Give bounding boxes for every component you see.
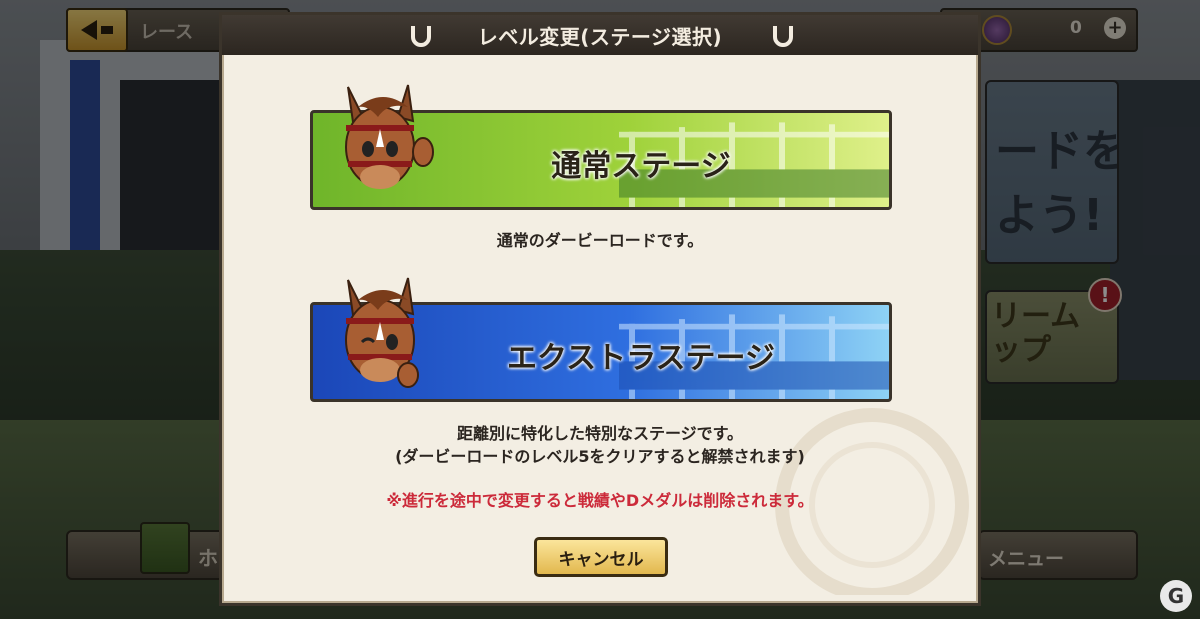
- level-change-dialog: レベル変更(ステージ選択) 通常ステージ 通常のダービーロードです。 エクストラ…: [219, 12, 981, 606]
- horse-mascot-icon: [345, 277, 419, 388]
- horseshoe-icon: [411, 26, 431, 47]
- extra-stage-description-line1: 距離別に特化した特別なステージです。: [456, 424, 744, 443]
- dialog-header: レベル変更(ステージ選択): [222, 15, 978, 55]
- dialog-title: レベル変更(ステージ選択): [477, 24, 723, 49]
- extra-stage-description-line2: (ダービーロードのレベル5をクリアすると解禁されます): [395, 447, 805, 466]
- cancel-button[interactable]: キャンセル: [534, 537, 668, 577]
- horseshoe-icon: [773, 26, 793, 47]
- warning-text: ※進行を途中で変更すると戦績やDメダルは削除されます。: [386, 491, 814, 510]
- watermark-logo: G: [1160, 580, 1192, 612]
- normal-stage-description: 通常のダービーロードです。: [496, 231, 704, 250]
- horse-mascot-icon: [345, 84, 434, 189]
